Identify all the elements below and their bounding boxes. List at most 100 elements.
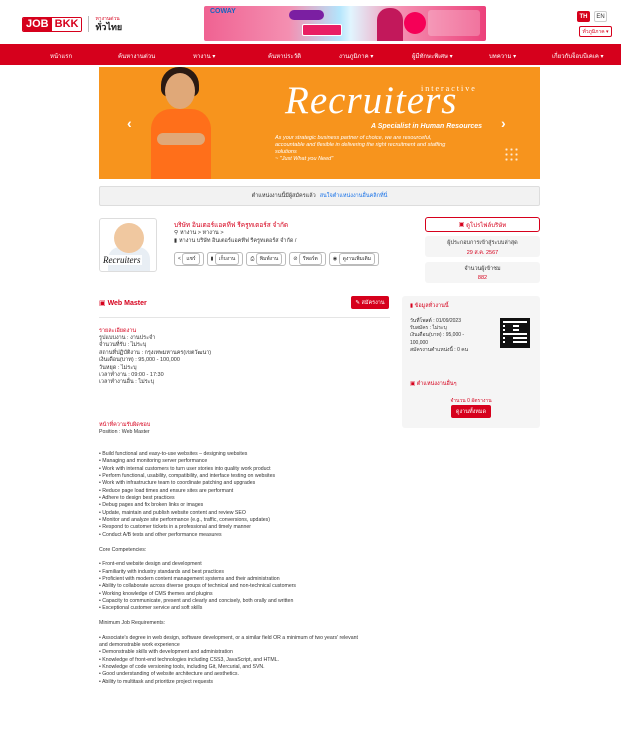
print-button[interactable]: ⎙ พิมพ์งาน (246, 252, 287, 266)
banner-badge (404, 12, 426, 34)
description-line: • Reduce page load times and ensure site… (99, 487, 234, 494)
logo-bkk-text: BKK (51, 17, 82, 31)
all-jobs-button[interactable]: ดูงานทั้งหมด (451, 405, 491, 418)
nav-find-jobs[interactable]: หางาน ▾ (193, 51, 215, 61)
logo-subtitle-big: ทั่วไทย (95, 22, 123, 32)
apply-button[interactable]: ✎ สมัครงาน (351, 296, 389, 309)
detail-count: จำนวนที่รับ : ไม่ระบุ (99, 342, 147, 349)
breadcrumb: ⚲ หางาน > หางาน > (174, 229, 224, 237)
share-label: แชร์ (182, 253, 200, 265)
search-icon: ⚲ (174, 230, 179, 236)
lang-en-button[interactable]: EN (594, 11, 607, 22)
description-line: • Demonstrable skills with development a… (99, 649, 233, 656)
report-label: รีพอร์ต (298, 253, 322, 265)
description-line (99, 554, 399, 561)
last-login-label: ผู้ประกอบการเข้าสู่ระบบล่าสุด (447, 240, 518, 246)
nav-home[interactable]: หน้าแรก (50, 51, 72, 61)
job-actions: < แชร์ ▮ เก็บงาน ⎙ พิมพ์งาน ⊘ รีพอร์ต ◉ … (174, 252, 380, 266)
hero-brand-big: Recruiters (285, 79, 458, 122)
hero-desc-text: As your strategic business partner of ch… (275, 135, 446, 155)
description-line: • Managing and monitoring server perform… (99, 458, 208, 465)
briefcase-icon: ▣ (458, 222, 467, 228)
print-label: พิมพ์งาน (255, 253, 283, 265)
logo-divider (88, 16, 90, 32)
save-job-label: เก็บงาน (214, 253, 240, 265)
divider (99, 317, 390, 318)
description-line (99, 444, 399, 451)
description-line: • Working knowledge of CMS themes and pl… (99, 590, 213, 597)
site-header: JOB BKK หางานด่วน ทั่วไทย COWAY TH EN ทั… (0, 0, 621, 44)
description-line: • Monitor and analyze site performance (… (99, 517, 270, 524)
description-line: • Good understanding of website architec… (99, 671, 239, 678)
description-line: • Perform functional, usability, compati… (99, 473, 276, 480)
site-logo[interactable]: JOB BKK หางานด่วน ทั่วไทย (22, 16, 122, 32)
description-line: • Knowledge of front-end technologies in… (99, 656, 280, 663)
description-line: • Respond to customer tickets in a profe… (99, 524, 252, 531)
description-line (99, 539, 399, 546)
carousel-prev-icon[interactable]: ‹ (127, 115, 132, 131)
banner-code-box (302, 24, 342, 36)
report-button[interactable]: ⊘ รีพอร์ต (289, 252, 326, 266)
hero-person-arms (157, 133, 205, 145)
description-line: • Front-end website design and developme… (99, 561, 202, 568)
duties-heading: หน้าที่ความรับผิดชอบ (99, 422, 151, 428)
hero-quote: ~ "Just What you Need" (275, 156, 334, 162)
qr-code (500, 318, 530, 348)
document-icon: ▮ (410, 303, 414, 309)
job-details-heading: รายละเอียดงาน (99, 328, 137, 334)
nav-special-skills[interactable]: ผู้มีทักษะพิเศษ ▾ (412, 51, 453, 61)
nav-about[interactable]: เกี่ยวกับจ็อบบีเคเค ▾ (552, 51, 604, 61)
lang-th-button[interactable]: TH (577, 11, 590, 22)
view-company-label: ดูโปรไฟล์บริษัท (466, 222, 507, 229)
carousel-next-icon[interactable]: › (501, 115, 506, 131)
company-breadcrumb-text[interactable]: หางาน บริษัท อินเตอร์แอคทีฟ รีครูทเตอร์ส… (179, 237, 296, 245)
last-login-date: 29 ส.ค. 2567 (466, 250, 499, 256)
briefcase-icon: ▣ (410, 381, 416, 387)
logo-mark: JOB BKK (22, 16, 83, 32)
nav-find-resume[interactable]: ค้นหาประวัติ (268, 51, 301, 61)
top-ad-banner[interactable]: COWAY (204, 6, 486, 41)
job-details: รูปแบบงาน : งานประจำ จำนวนที่รับ : ไม่ระ… (99, 335, 211, 387)
nav-urgent-jobs[interactable]: ค้นหางานด่วน (118, 51, 155, 61)
company-logo[interactable]: Recruiters (99, 218, 157, 272)
description-line: • Exceptional customer service and soft … (99, 605, 203, 612)
other-jobs-link[interactable]: สนใจตำแหน่งงานอื่นคลิกที่นี่ (320, 192, 388, 200)
share-button[interactable]: < แชร์ (174, 252, 204, 266)
apply-label: สมัครงาน (361, 299, 385, 306)
description-line: • Build functional and easy-to-use websi… (99, 451, 248, 458)
main-nav: หน้าแรก ค้นหางานด่วน หางาน ▾ ค้นหาประวัต… (0, 44, 621, 65)
breadcrumb-text[interactable]: หางาน > หางาน > (180, 229, 224, 237)
nav-regional-jobs[interactable]: งานภูมิภาค ▾ (339, 51, 373, 61)
last-login-box: ผู้ประกอบการเข้าสู่ระบบล่าสุด 29 ส.ค. 25… (425, 236, 540, 257)
description-line: • Work with infrastructure team to coord… (99, 480, 256, 487)
description-line (99, 627, 399, 634)
language-switcher: TH EN (577, 11, 607, 22)
description-line: • Ability to collaborate across diverse … (99, 583, 297, 590)
save-job-button[interactable]: ▮ เก็บงาน (206, 252, 244, 266)
nav-articles[interactable]: บทความ ▾ (489, 51, 516, 61)
job-title-text: Web Master (107, 300, 147, 307)
description-line: • Knowledge of code versioning tools, in… (99, 664, 265, 670)
view-company-button[interactable]: ▣ ดูโปรไฟล์บริษัท (425, 217, 540, 232)
detail-holiday: วันหยุด : ไม่ระบุ (99, 364, 137, 371)
banner-promo-box (428, 10, 480, 36)
description-line: • Familiarity with industry standards an… (99, 568, 224, 575)
closed-notice: ตำแหน่งงานนี้มีผู้สมัครแล้ว สนใจตำแหน่งง… (99, 186, 540, 206)
description-line: • Adhere to design best practices (99, 495, 175, 502)
description-line: Minimum Job Requirements: (99, 619, 166, 626)
meta-salary-cont: 100,000 (410, 339, 429, 346)
description-line: and demonstrable work experience (99, 641, 180, 648)
job-title: ▣ Web Master (99, 299, 147, 307)
other-jobs-count: จำนวน 0 อัตรางาน (450, 398, 492, 404)
meta-salary: เงินเดือน(บาท) : 95,000 - (410, 332, 465, 339)
hero-tagline: A Specialist in Human Resources (371, 123, 482, 130)
description-line: • Debug pages and fix broken links or im… (99, 502, 204, 509)
more-jobs-button[interactable]: ◉ ดูงานเพิ่มเติม (328, 252, 380, 266)
job-description: Position : Web Master • Build functional … (99, 429, 399, 686)
job-info-heading-text: ข้อมูลทั่วงานนี้ (414, 303, 449, 309)
views-label: จำนวนผู้เข้าชม (464, 266, 501, 272)
description-line (99, 613, 399, 620)
description-line: • Capacity to communicate, present and c… (99, 597, 294, 604)
hero-person-image (147, 67, 215, 179)
region-select[interactable]: ทั่วภูมิภาค ▾ (579, 26, 612, 37)
